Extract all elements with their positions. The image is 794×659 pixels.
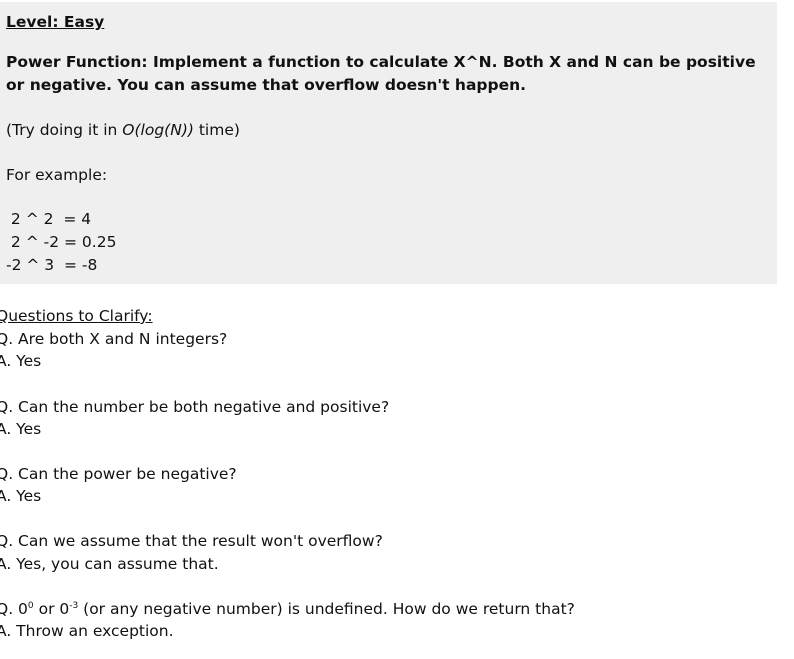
q5-prefix: Q. 0 <box>0 600 28 618</box>
answer-3: A. Yes <box>0 487 42 505</box>
hint-prefix: (Try doing it in <box>6 121 123 139</box>
example-line-3: -2 ^ 3 = -8 <box>6 256 98 274</box>
question-1: Q. Are both X and N integers? <box>0 330 228 348</box>
question-4: Q. Can we assume that the result won't o… <box>0 532 383 550</box>
problem-statement-line-2: or negative. You can assume that overflo… <box>6 76 527 94</box>
question-2: Q. Can the number be both negative and p… <box>0 398 390 416</box>
answer-1: A. Yes <box>0 352 42 370</box>
q5-suffix: (or any negative number) is undefined. H… <box>78 600 575 618</box>
question-3: Q. Can the power be negative? <box>0 465 237 483</box>
complexity-hint: (Try doing it in O(log(N)) time) <box>6 120 240 140</box>
clarify-heading: Questions to Clarify: <box>0 307 153 325</box>
example-line-1: 2 ^ 2 = 4 <box>6 210 92 228</box>
example-line-2: 2 ^ -2 = 0.25 <box>6 233 117 251</box>
q5-middle: or 0 <box>33 600 70 618</box>
hint-suffix: time) <box>193 121 240 139</box>
page: Level: Easy Power Function: Implement a … <box>0 0 794 659</box>
level-label: Level: Easy <box>6 13 105 31</box>
problem-statement-line-1: Power Function: Implement a function to … <box>6 53 756 71</box>
problem-box: Level: Easy Power Function: Implement a … <box>0 2 777 284</box>
example-heading: For example: <box>6 166 108 184</box>
q5-superscript-2: -3 <box>69 601 79 611</box>
answer-5: A. Throw an exception. <box>0 622 174 640</box>
hint-complexity: O(log(N)) <box>122 121 194 139</box>
question-5: Q. 00 or 0-3 (or any negative number) is… <box>0 599 575 619</box>
answer-4: A. Yes, you can assume that. <box>0 555 219 573</box>
answer-2: A. Yes <box>0 420 42 438</box>
